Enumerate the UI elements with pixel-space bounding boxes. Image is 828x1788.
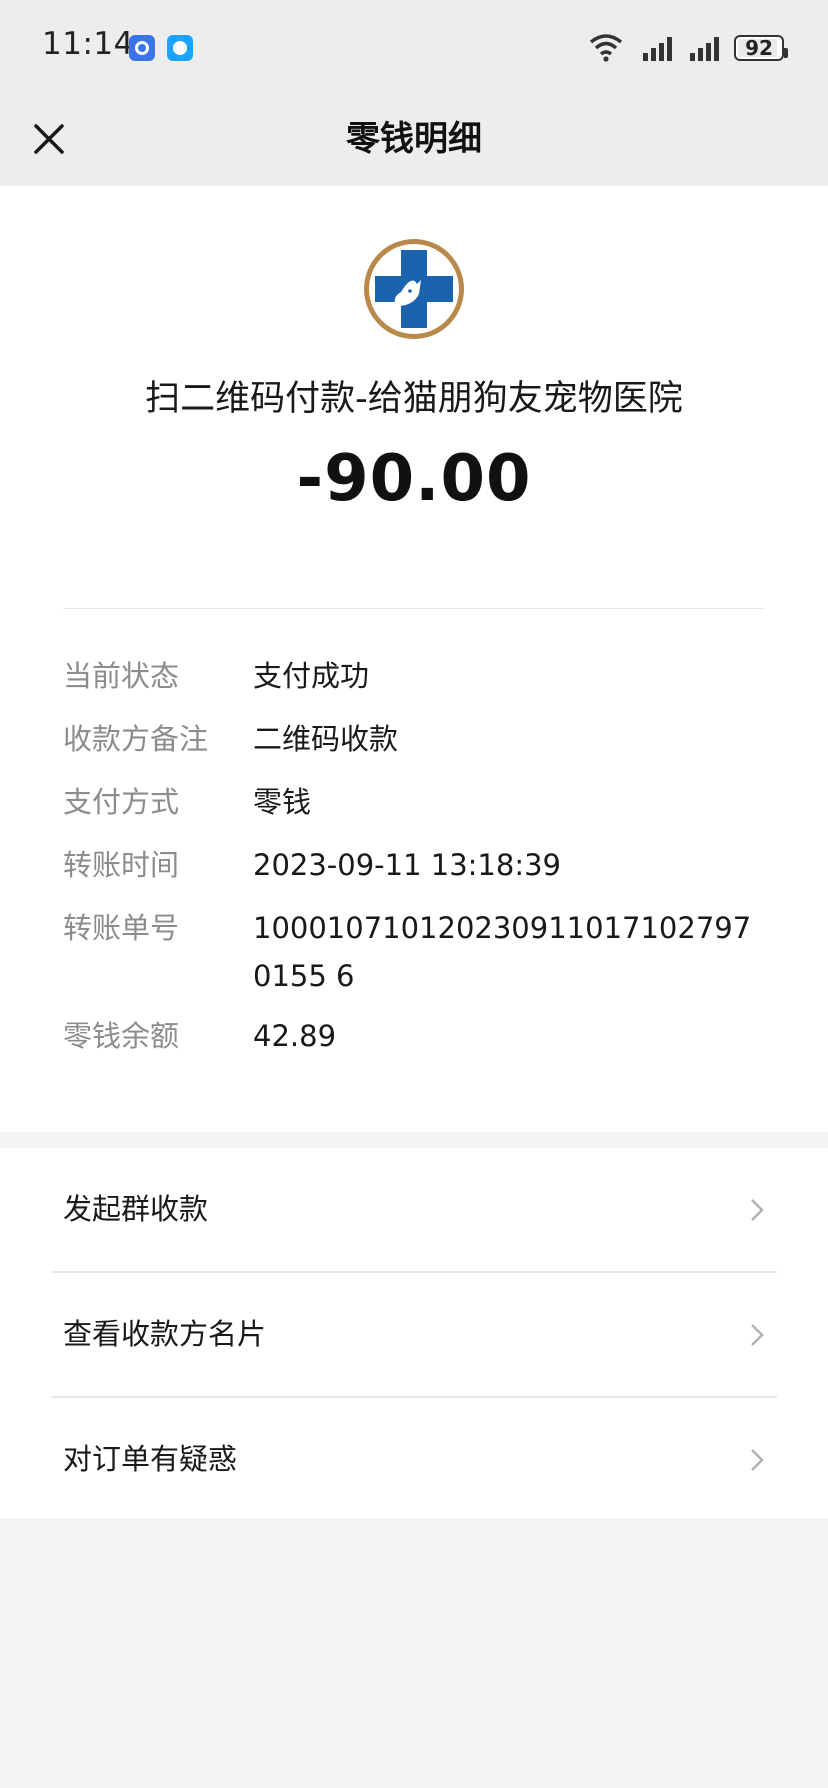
transaction-card: 扫二维码付款-给猫朋狗友宠物医院 -90.00 当前状态 支付成功 收款方备注 … [0,186,828,1132]
action-label: 查看收款方名片 [63,1317,267,1351]
status-time: 11:14 [42,26,134,62]
chevron-right-icon [751,1449,764,1471]
battery-level-text: 92 [745,36,773,60]
detail-value: 2023-09-11 13:18:39 [253,848,561,882]
page-title: 零钱明细 [346,119,482,159]
app-shield-icon [129,35,155,61]
detail-value: 支付成功 [253,659,370,693]
action-label: 发起群收款 [63,1192,209,1226]
view-payee-card-button[interactable]: 查看收款方名片 [0,1273,828,1396]
battery-icon: 92 [734,35,788,61]
order-question-button[interactable]: 对订单有疑惑 [0,1398,828,1521]
detail-label: 支付方式 [63,785,180,819]
transaction-amount: -90.00 [296,442,532,516]
detail-value: 二维码收款 [253,722,399,756]
divider [63,608,765,609]
action-label: 对订单有疑惑 [63,1442,238,1476]
chevron-right-icon [751,1324,764,1346]
action-list: 发起群收款 查看收款方名片 对订单有疑惑 [0,1148,828,1518]
signal-icon [643,37,672,61]
detail-label: 收款方备注 [63,722,209,756]
nav-bar: 零钱明细 [0,92,828,186]
group-collect-button[interactable]: 发起群收款 [0,1148,828,1271]
merchant-name: 扫二维码付款-给猫朋狗友宠物医院 [145,379,683,419]
chat-bubble-icon [167,35,193,61]
detail-label: 当前状态 [63,659,180,693]
detail-value: 42.89 [253,1019,337,1053]
detail-label: 零钱余额 [63,1019,180,1053]
wifi-icon [589,34,623,62]
signal-icon-2 [690,37,719,61]
detail-value: 1000107101202309110171027970155 6 [253,911,752,993]
detail-value: 零钱 [253,785,312,819]
chevron-right-icon [751,1199,764,1221]
merchant-logo-icon [364,239,464,339]
detail-label: 转账时间 [63,848,180,882]
detail-label: 转账单号 [63,911,180,945]
status-bar: 11:14 92 [0,0,828,92]
